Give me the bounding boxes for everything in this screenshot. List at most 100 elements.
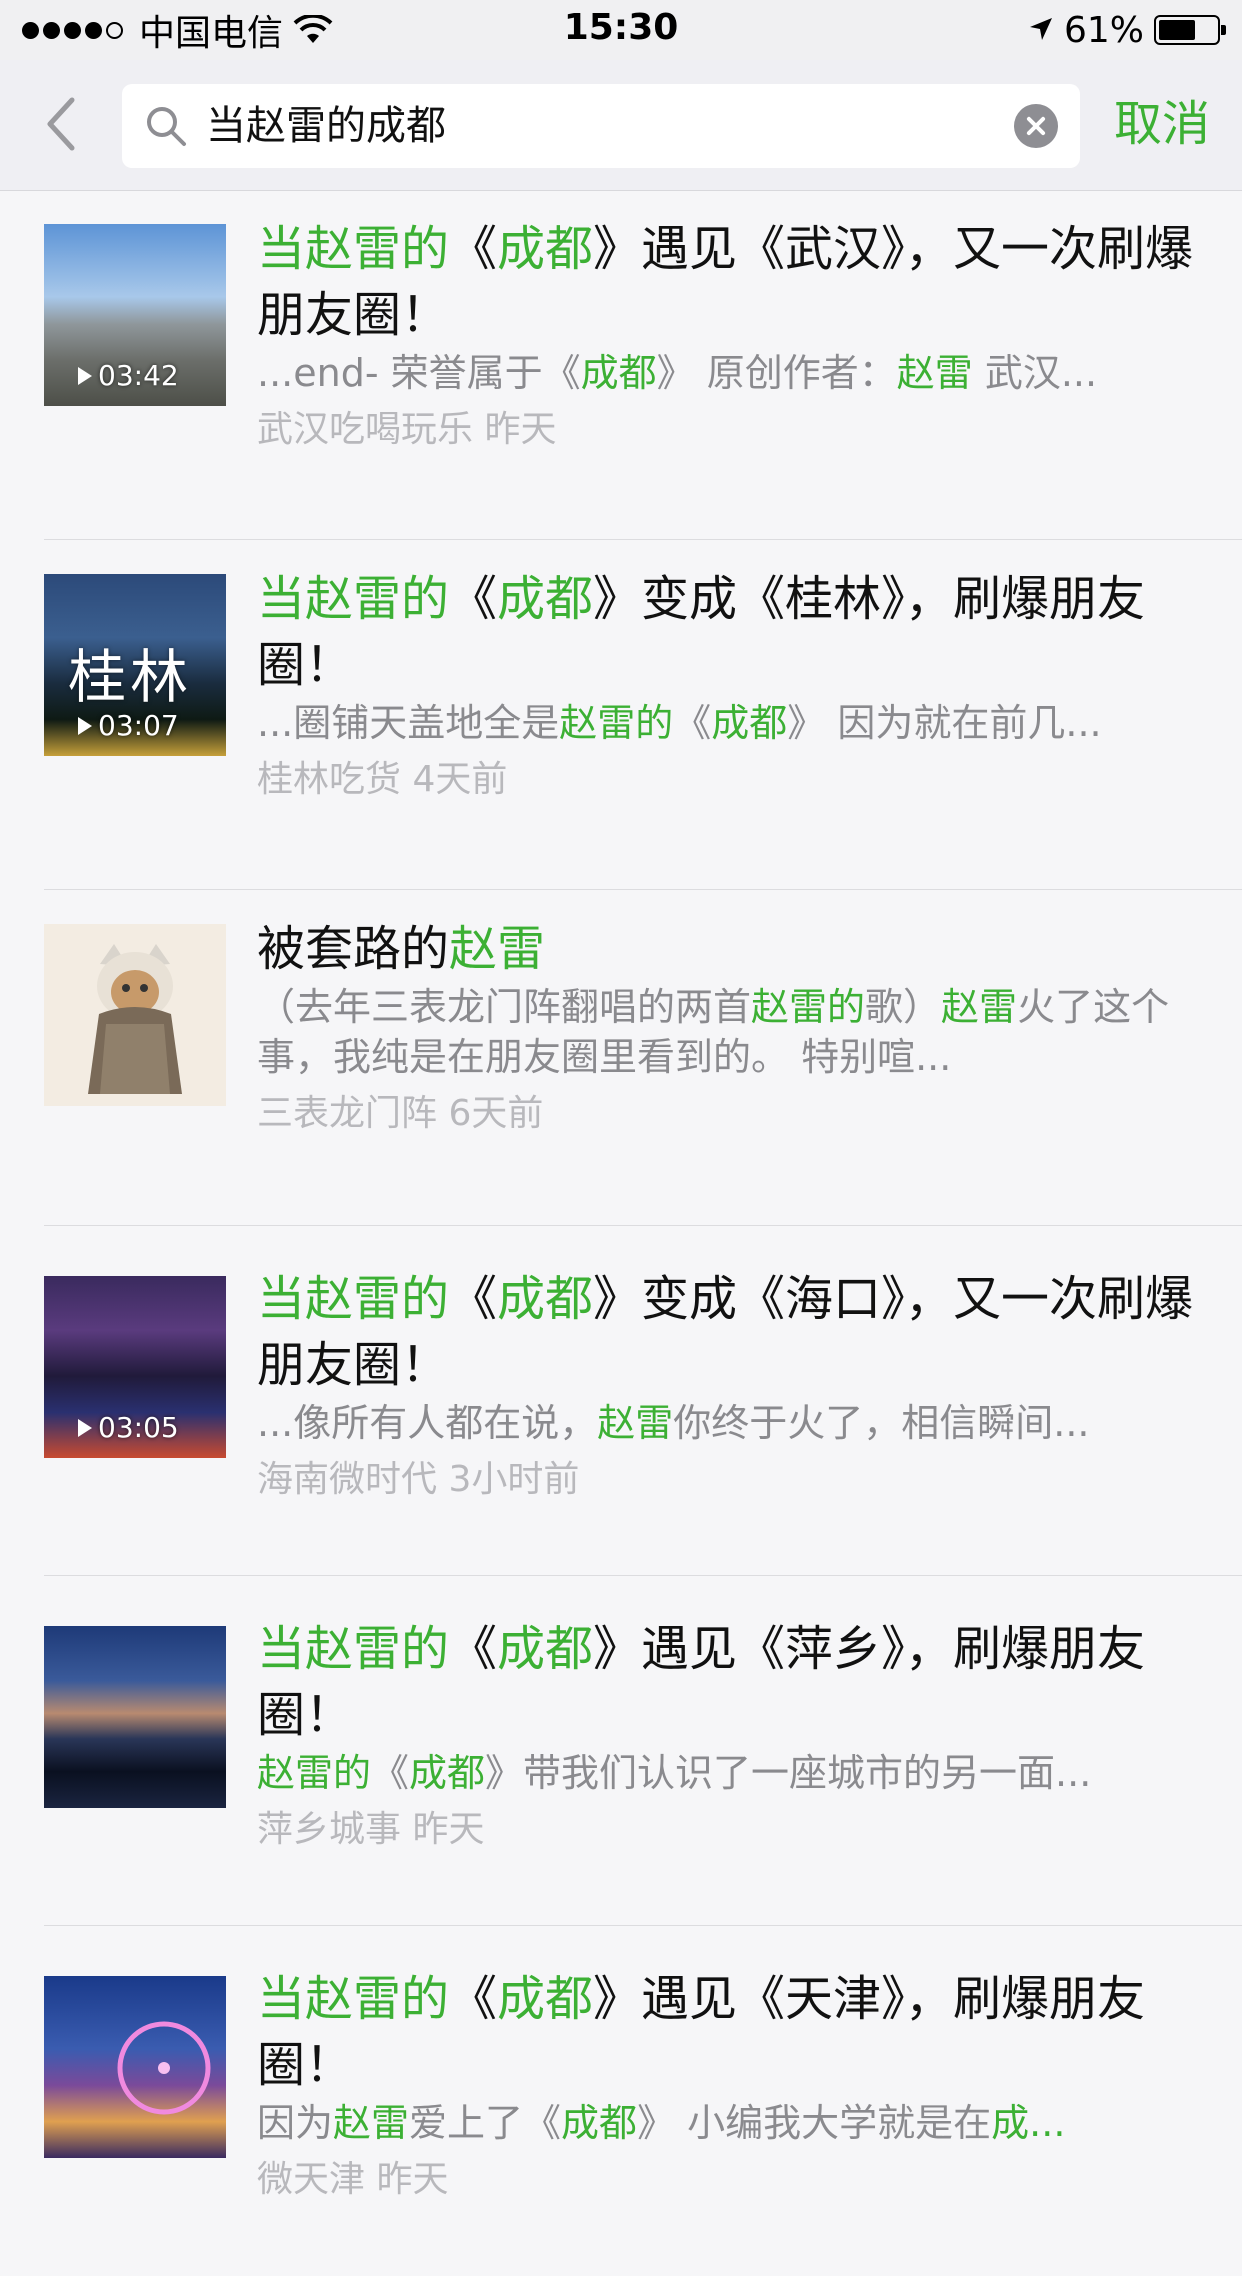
highlighted-keyword: 成都 (561, 2101, 638, 2145)
text-segment: 《 (673, 701, 712, 745)
result-meta: 三表龙门阵 6天前 (257, 1090, 1198, 1138)
results-list: 03:42 当赵雷的《成都》遇见《武汉》，又一次刷爆朋友圈！ ...end- 荣… (0, 190, 1242, 2276)
result-time: 6天前 (448, 1093, 544, 1134)
result-title[interactable]: 当赵雷的《成都》遇见《天津》，刷爆朋友圈！ (257, 1966, 1198, 2098)
cat-illustration (88, 944, 182, 1094)
result-source: 三表龙门阵 (257, 1093, 438, 1134)
highlighted-keyword: 赵雷 (896, 351, 973, 395)
highlighted-keyword: 赵雷 (941, 985, 1018, 1029)
highlighted-keyword: 当赵雷的 (257, 1971, 450, 2027)
highlighted-keyword: 赵雷的 (257, 1751, 372, 1795)
thumbnail-caption: 桂林 (68, 643, 193, 711)
highlighted-keyword: 成都 (497, 221, 594, 277)
result-snippet: 因为赵雷爱上了《成都》 小编我大学就是在成... (257, 2098, 1198, 2148)
highlighted-keyword: 赵雷 (333, 2101, 410, 2145)
result-time: 昨天 (376, 2159, 449, 2200)
video-duration: 03:07 (78, 709, 179, 742)
result-snippet: ...圈铺天盖地全是赵雷的《成都》 因为就在前几... (257, 698, 1198, 748)
location-arrow-icon (1028, 10, 1054, 51)
video-thumbnail[interactable]: 03:42 (44, 224, 226, 406)
text-segment: 《 (449, 1271, 498, 1327)
highlighted-keyword: 当赵雷的 (257, 221, 450, 277)
text-segment: 》 因为就在前几... (787, 701, 1102, 745)
text-segment: ...像所有人都在说， (257, 1401, 598, 1445)
result-snippet: （去年三表龙门阵翻唱的两首赵雷的歌）赵雷火了这个事，我纯是在朋友圈里看到的。 特… (257, 982, 1198, 1082)
result-snippet: ...end- 荣誉属于《成都》 原创作者：赵雷 武汉... (257, 348, 1198, 398)
result-title[interactable]: 当赵雷的《成都》变成《桂林》，刷爆朋友圈！ (257, 566, 1198, 698)
highlighted-keyword: 赵雷的 (751, 985, 866, 1029)
result-source: 萍乡城事 (257, 1809, 402, 1850)
result-meta: 海南微时代 3小时前 (257, 1456, 1198, 1504)
article-thumbnail[interactable] (44, 924, 226, 1106)
highlighted-keyword: 成都 (497, 1271, 594, 1327)
result-title[interactable]: 当赵雷的《成都》遇见《萍乡》，刷爆朋友圈！ (257, 1616, 1198, 1748)
list-item[interactable]: 03:05 当赵雷的《成都》变成《海口》，又一次刷爆朋友圈！ ...像所有人都在… (0, 1226, 1242, 1576)
result-time: 昨天 (484, 409, 557, 450)
highlighted-keyword: 成都 (409, 1751, 486, 1795)
result-content: 当赵雷的《成都》遇见《萍乡》，刷爆朋友圈！ 赵雷的《成都》带我们认识了一座城市的… (257, 1616, 1198, 1854)
search-input[interactable]: 当赵雷的成都 (122, 84, 1080, 168)
highlighted-keyword: 当赵雷的 (257, 1621, 450, 1677)
result-source: 桂林吃货 (257, 759, 402, 800)
highlighted-keyword: 赵雷的 (559, 701, 674, 745)
video-thumbnail[interactable]: 03:05 (44, 1276, 226, 1458)
result-content: 被套路的赵雷 （去年三表龙门阵翻唱的两首赵雷的歌）赵雷火了这个事，我纯是在朋友圈… (257, 916, 1198, 1138)
text-segment: 《 (371, 1751, 410, 1795)
result-content: 当赵雷的《成都》变成《海口》，又一次刷爆朋友圈！ ...像所有人都在说，赵雷你终… (257, 1266, 1198, 1504)
result-time: 3小时前 (448, 1459, 580, 1500)
result-meta: 萍乡城事 昨天 (257, 1806, 1198, 1854)
text-segment: 歌） (865, 985, 942, 1029)
result-source: 武汉吃喝玩乐 (257, 409, 474, 450)
list-item[interactable]: 被套路的赵雷 （去年三表龙门阵翻唱的两首赵雷的歌）赵雷火了这个事，我纯是在朋友圈… (0, 890, 1242, 1226)
highlighted-keyword: 成都 (580, 351, 657, 395)
ferris-wheel-illustration (117, 2021, 211, 2115)
list-item[interactable]: 03:42 当赵雷的《成都》遇见《武汉》，又一次刷爆朋友圈！ ...end- 荣… (0, 190, 1242, 540)
text-segment: 《 (449, 1621, 498, 1677)
play-icon (78, 366, 92, 385)
result-source: 微天津 (257, 2159, 366, 2200)
video-duration: 03:05 (78, 1411, 179, 1444)
text-segment: ...end- 荣誉属于《 (257, 351, 581, 395)
result-time: 昨天 (412, 1809, 485, 1850)
highlighted-keyword: 当赵雷的 (257, 1271, 450, 1327)
status-bar: 中国电信 15:30 61% (0, 0, 1242, 60)
result-time: 4天前 (412, 759, 508, 800)
clear-icon[interactable] (1014, 104, 1058, 148)
result-snippet: ...像所有人都在说，赵雷你终于火了，相信瞬间... (257, 1398, 1198, 1448)
list-item[interactable]: 桂林 03:07 当赵雷的《成都》变成《桂林》，刷爆朋友圈！ ...圈铺天盖地全… (0, 540, 1242, 890)
text-segment: 》带我们认识了一座城市的另一面... (485, 1751, 1092, 1795)
highlighted-keyword: 成... (991, 2101, 1066, 2145)
text-segment: 因为 (257, 2101, 334, 2145)
search-query[interactable]: 当赵雷的成都 (206, 100, 446, 152)
video-thumbnail[interactable]: 桂林 03:07 (44, 574, 226, 756)
back-chevron-icon[interactable] (38, 94, 88, 154)
cancel-button[interactable]: 取消 (1114, 94, 1210, 154)
text-segment: （去年三表龙门阵翻唱的两首 (257, 985, 752, 1029)
result-title[interactable]: 当赵雷的《成都》遇见《武汉》，又一次刷爆朋友圈！ (257, 216, 1198, 348)
article-thumbnail[interactable] (44, 1976, 226, 2158)
result-content: 当赵雷的《成都》变成《桂林》，刷爆朋友圈！ ...圈铺天盖地全是赵雷的《成都》 … (257, 566, 1198, 804)
result-title[interactable]: 被套路的赵雷 (257, 916, 1198, 982)
result-meta: 武汉吃喝玩乐 昨天 (257, 406, 1198, 454)
article-thumbnail[interactable] (44, 1626, 226, 1808)
battery-icon (1154, 15, 1226, 45)
list-item[interactable]: 当赵雷的《成都》遇见《天津》，刷爆朋友圈！ 因为赵雷爱上了《成都》 小编我大学就… (0, 1926, 1242, 2276)
result-title[interactable]: 当赵雷的《成都》变成《海口》，又一次刷爆朋友圈！ (257, 1266, 1198, 1398)
result-content: 当赵雷的《成都》遇见《天津》，刷爆朋友圈！ 因为赵雷爱上了《成都》 小编我大学就… (257, 1966, 1198, 2204)
highlighted-keyword: 成都 (497, 571, 594, 627)
play-icon (78, 716, 92, 735)
text-segment: 《 (449, 221, 498, 277)
text-segment: 《 (449, 1971, 498, 2027)
text-segment: 》 原创作者： (656, 351, 897, 395)
result-meta: 桂林吃货 4天前 (257, 756, 1198, 804)
result-content: 当赵雷的《成都》遇见《武汉》，又一次刷爆朋友圈！ ...end- 荣誉属于《成都… (257, 216, 1198, 454)
play-icon (78, 1418, 92, 1437)
text-segment: 》 小编我大学就是在 (637, 2101, 992, 2145)
highlighted-keyword: 成都 (497, 1971, 594, 2027)
result-snippet: 赵雷的《成都》带我们认识了一座城市的另一面... (257, 1748, 1198, 1798)
text-segment: 武汉... (972, 351, 1098, 395)
highlighted-keyword: 赵雷 (597, 1401, 674, 1445)
search-header: 当赵雷的成都 取消 (0, 60, 1242, 191)
text-segment: 爱上了《 (409, 2101, 562, 2145)
list-item[interactable]: 当赵雷的《成都》遇见《萍乡》，刷爆朋友圈！ 赵雷的《成都》带我们认识了一座城市的… (0, 1576, 1242, 1926)
